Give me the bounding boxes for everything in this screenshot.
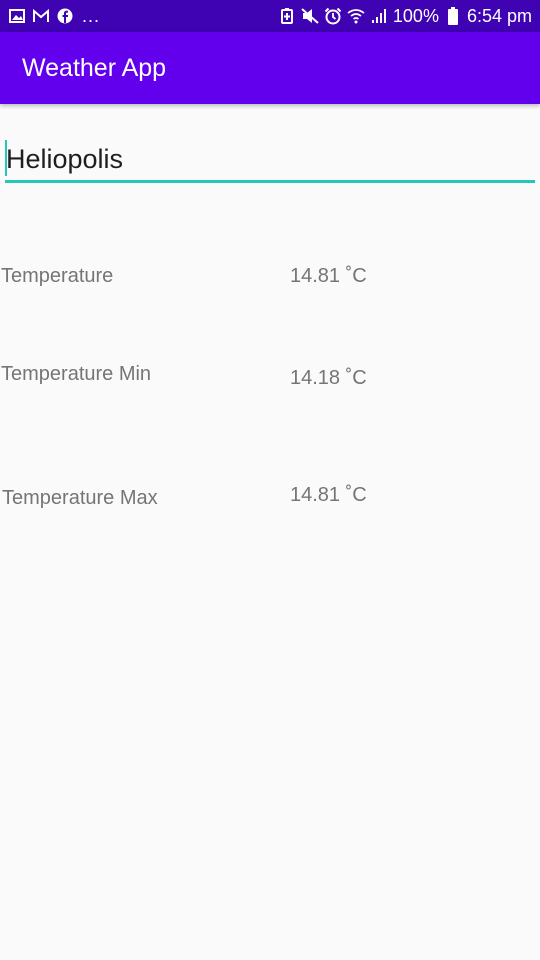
- temperature-value: 14.81 ˚C: [290, 265, 367, 287]
- status-left: ...: [8, 7, 100, 25]
- mute-icon: [301, 7, 319, 25]
- battery-icon: [444, 7, 462, 25]
- gallery-icon: [8, 7, 26, 25]
- city-field[interactable]: [5, 138, 535, 184]
- text-cursor: [5, 140, 7, 176]
- temperature-max-value: 14.81 ˚C: [290, 484, 367, 506]
- temperature-min-value: 14.18 ˚C: [290, 367, 367, 389]
- app-title: Weather App: [22, 53, 167, 82]
- city-input[interactable]: [6, 138, 526, 180]
- city-input-underline: [5, 180, 535, 183]
- battery-percentage: 100%: [392, 6, 439, 26]
- status-right: 100% 6:54 pm: [278, 7, 532, 25]
- wifi-icon: [347, 7, 365, 25]
- signal-icon: [370, 7, 388, 25]
- alarm-icon: [324, 7, 342, 25]
- gmail-icon: [32, 7, 50, 25]
- battery-saver-icon: [278, 7, 296, 25]
- temperature-min-label: Temperature Min: [1, 363, 152, 385]
- status-time: 6:54 pm: [466, 6, 532, 26]
- temperature-label: Temperature: [1, 265, 114, 287]
- facebook-icon: [56, 7, 74, 25]
- app-bar: Weather App: [0, 32, 540, 104]
- notification-overflow: ...: [82, 6, 101, 26]
- status-bar: ... 100% 6:54 pm: [0, 0, 540, 32]
- temperature-max-label: Temperature Max: [2, 487, 158, 509]
